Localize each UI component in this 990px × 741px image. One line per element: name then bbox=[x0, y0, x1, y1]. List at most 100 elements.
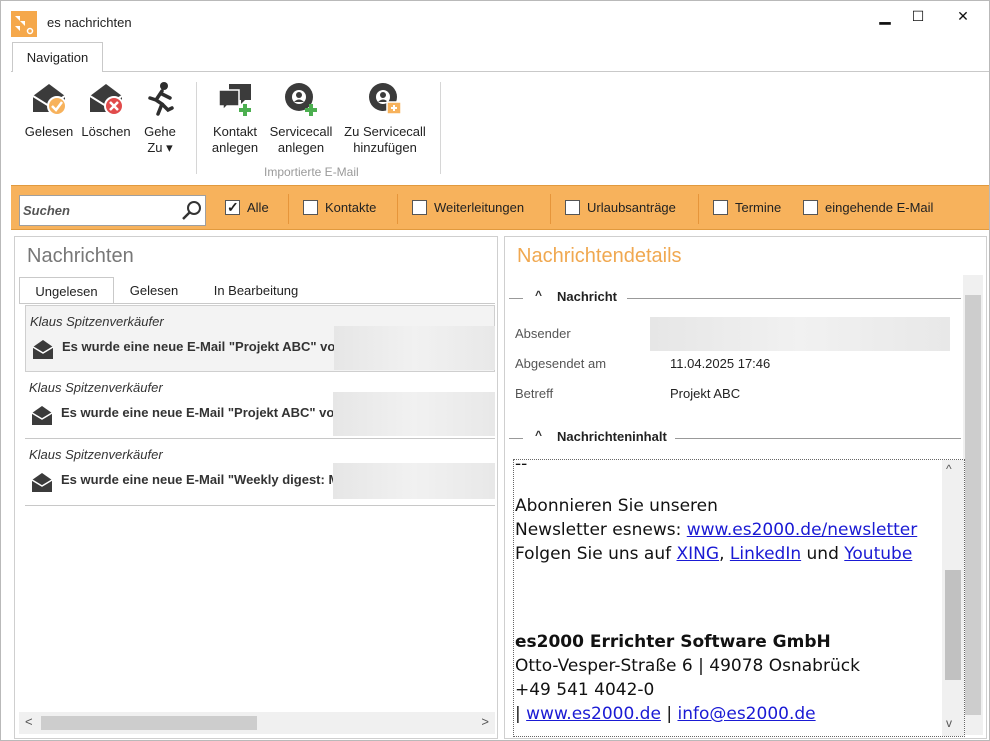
content-line: Folgen Sie uns auf XING, LinkedIn und Yo… bbox=[515, 542, 941, 566]
filter-all-checkbox[interactable] bbox=[225, 198, 240, 216]
create-servicecall-label-line2: anlegen bbox=[277, 140, 325, 155]
add-to-servicecall-button[interactable]: Zu Servicecall hinzufügen bbox=[341, 80, 429, 156]
scroll-right-icon[interactable]: > bbox=[481, 714, 489, 729]
filter-forwardings[interactable]: Weiterleitungen bbox=[412, 199, 524, 219]
mark-read-button[interactable]: Gelesen bbox=[23, 80, 75, 140]
filter-separator bbox=[397, 194, 398, 224]
ribbon-tab-label: Navigation bbox=[26, 50, 89, 65]
company-phone: +49 541 4042-0 bbox=[515, 680, 655, 700]
content-dashes: -- bbox=[515, 459, 528, 474]
redacted-content bbox=[333, 392, 495, 436]
goto-dropdown-button[interactable]: Gehe Zu ▾ bbox=[139, 80, 181, 156]
message-item[interactable]: Klaus Spitzenverkäufer Es wurde eine neu… bbox=[25, 305, 495, 372]
linkedin-link[interactable]: LinkedIn bbox=[730, 544, 801, 564]
maximize-button[interactable]: ☐ bbox=[898, 5, 938, 27]
content-text: | bbox=[660, 704, 678, 724]
close-button[interactable]: ✕ bbox=[943, 5, 983, 27]
section-content-label: Nachrichteninhalt bbox=[557, 429, 667, 444]
search-input[interactable] bbox=[20, 196, 180, 225]
content-line: Abonnieren Sie unseren bbox=[515, 496, 718, 516]
content-line: | www.es2000.de | info@es2000.de bbox=[515, 702, 941, 726]
ribbon-separator bbox=[196, 82, 197, 174]
collapse-chevron-icon[interactable]: ^ bbox=[535, 428, 542, 442]
filter-separator bbox=[550, 194, 551, 224]
ribbon-group-label: Importierte E-Mail bbox=[264, 165, 359, 179]
filter-vacation-requests-checkbox[interactable] bbox=[565, 200, 580, 215]
filter-incoming-mail-label: eingehende E-Mail bbox=[825, 200, 934, 215]
details-panel-title: Nachrichtendetails bbox=[517, 245, 682, 267]
horizontal-scrollbar[interactable]: < > bbox=[19, 712, 495, 734]
delete-button[interactable]: Löschen bbox=[79, 80, 133, 140]
filter-appointments-label: Termine bbox=[735, 200, 782, 215]
message-item[interactable]: Klaus Spitzenverkäufer Es wurde eine neu… bbox=[25, 372, 495, 439]
email-link[interactable]: info@es2000.de bbox=[677, 704, 815, 724]
lifebuoy-add-icon bbox=[285, 83, 317, 116]
mark-read-label: Gelesen bbox=[24, 124, 74, 139]
message-subject: Es wurde eine neue E-Mail "Projekt ABC" … bbox=[61, 405, 335, 420]
newsletter-link[interactable]: www.es2000.de/newsletter bbox=[687, 520, 917, 540]
scroll-down-icon[interactable]: v bbox=[946, 716, 952, 730]
message-content: -- Abonnieren Sie unseren Newsletter esn… bbox=[515, 460, 941, 726]
redacted-sender-value bbox=[650, 317, 950, 351]
filter-incoming-mail-checkbox[interactable] bbox=[803, 200, 818, 215]
filter-separator bbox=[698, 194, 699, 224]
filter-appointments-checkbox[interactable] bbox=[713, 200, 728, 215]
mail-delete-icon bbox=[89, 84, 124, 116]
app-window: es nachrichten ▁ ☐ ✕ Navigation Gelesen bbox=[0, 0, 990, 741]
scrollbar-thumb[interactable] bbox=[41, 716, 257, 730]
message-sender: Klaus Spitzenverkäufer bbox=[30, 314, 164, 329]
messages-panel: Nachrichten Ungelesen Gelesen In Bearbei… bbox=[14, 236, 498, 739]
collapse-chevron-icon[interactable]: ^ bbox=[535, 288, 542, 302]
scroll-up-icon[interactable]: ^ bbox=[946, 462, 952, 476]
section-content-header[interactable]: ^ Nachrichteninhalt bbox=[509, 428, 961, 447]
content-vertical-scrollbar[interactable]: ^ v bbox=[942, 460, 964, 736]
message-subject: Es wurde eine neue E-Mail "Projekt ABC" … bbox=[62, 339, 336, 354]
create-contact-button[interactable]: Kontakt anlegen bbox=[207, 80, 263, 156]
delete-label: Löschen bbox=[81, 124, 131, 139]
tab-in-progress[interactable]: In Bearbeitung bbox=[199, 277, 313, 304]
redacted-content bbox=[333, 463, 495, 499]
search-icon[interactable] bbox=[181, 200, 203, 222]
filter-vacation-requests-label: Urlaubsanträge bbox=[587, 200, 676, 215]
scrollbar-thumb[interactable] bbox=[945, 570, 961, 680]
company-address: Otto-Vesper-Straße 6 | 49078 Osnabrück bbox=[515, 656, 860, 676]
section-message-label: Nachricht bbox=[557, 289, 617, 304]
search-box bbox=[19, 195, 206, 226]
filter-incoming-mail[interactable]: eingehende E-Mail bbox=[803, 199, 933, 219]
redacted-content bbox=[334, 326, 495, 370]
youtube-link[interactable]: Youtube bbox=[844, 544, 912, 564]
goto-label-line2: Zu ▾ bbox=[147, 140, 173, 155]
details-vertical-scrollbar[interactable] bbox=[963, 275, 983, 735]
section-message-header[interactable]: ^ Nachricht bbox=[509, 288, 961, 307]
create-contact-label-line1: Kontakt bbox=[212, 124, 258, 139]
filter-bar: Alle Kontakte Weiterleitungen Urlaubsant… bbox=[11, 185, 989, 230]
divider-line bbox=[675, 438, 961, 439]
tab-read[interactable]: Gelesen bbox=[118, 277, 190, 304]
envelope-open-icon bbox=[31, 473, 53, 492]
scrollbar-thumb[interactable] bbox=[965, 295, 981, 715]
divider-line bbox=[627, 298, 961, 299]
create-servicecall-button[interactable]: Servicecall anlegen bbox=[266, 80, 336, 156]
tab-unread[interactable]: Ungelesen bbox=[19, 277, 114, 304]
filter-separator bbox=[288, 194, 289, 224]
filter-contacts-label: Kontakte bbox=[325, 200, 377, 215]
sender-label: Absender bbox=[515, 326, 571, 341]
chat-add-icon bbox=[218, 84, 251, 116]
create-servicecall-label-line1: Servicecall bbox=[269, 124, 333, 139]
ribbon-tab-navigation[interactable]: Navigation bbox=[12, 42, 103, 72]
filter-vacation-requests[interactable]: Urlaubsanträge bbox=[565, 199, 676, 219]
company-name: es2000 Errichter Software GmbH bbox=[515, 632, 831, 652]
message-sender: Klaus Spitzenverkäufer bbox=[29, 380, 163, 395]
website-link[interactable]: www.es2000.de bbox=[526, 704, 661, 724]
filter-appointments[interactable]: Termine bbox=[713, 199, 781, 219]
filter-contacts-checkbox[interactable] bbox=[303, 200, 318, 215]
content-text: Newsletter esnews: bbox=[515, 520, 687, 540]
xing-link[interactable]: XING bbox=[677, 544, 720, 564]
filter-all[interactable]: Alle bbox=[225, 198, 269, 219]
filter-forwardings-checkbox[interactable] bbox=[412, 200, 427, 215]
scroll-left-icon[interactable]: < bbox=[25, 714, 33, 729]
message-item[interactable]: Klaus Spitzenverkäufer Es wurde eine neu… bbox=[25, 439, 495, 506]
message-list: Klaus Spitzenverkäufer Es wurde eine neu… bbox=[25, 305, 495, 709]
messages-tabs: Ungelesen Gelesen In Bearbeitung bbox=[19, 277, 495, 304]
filter-contacts[interactable]: Kontakte bbox=[303, 199, 376, 219]
